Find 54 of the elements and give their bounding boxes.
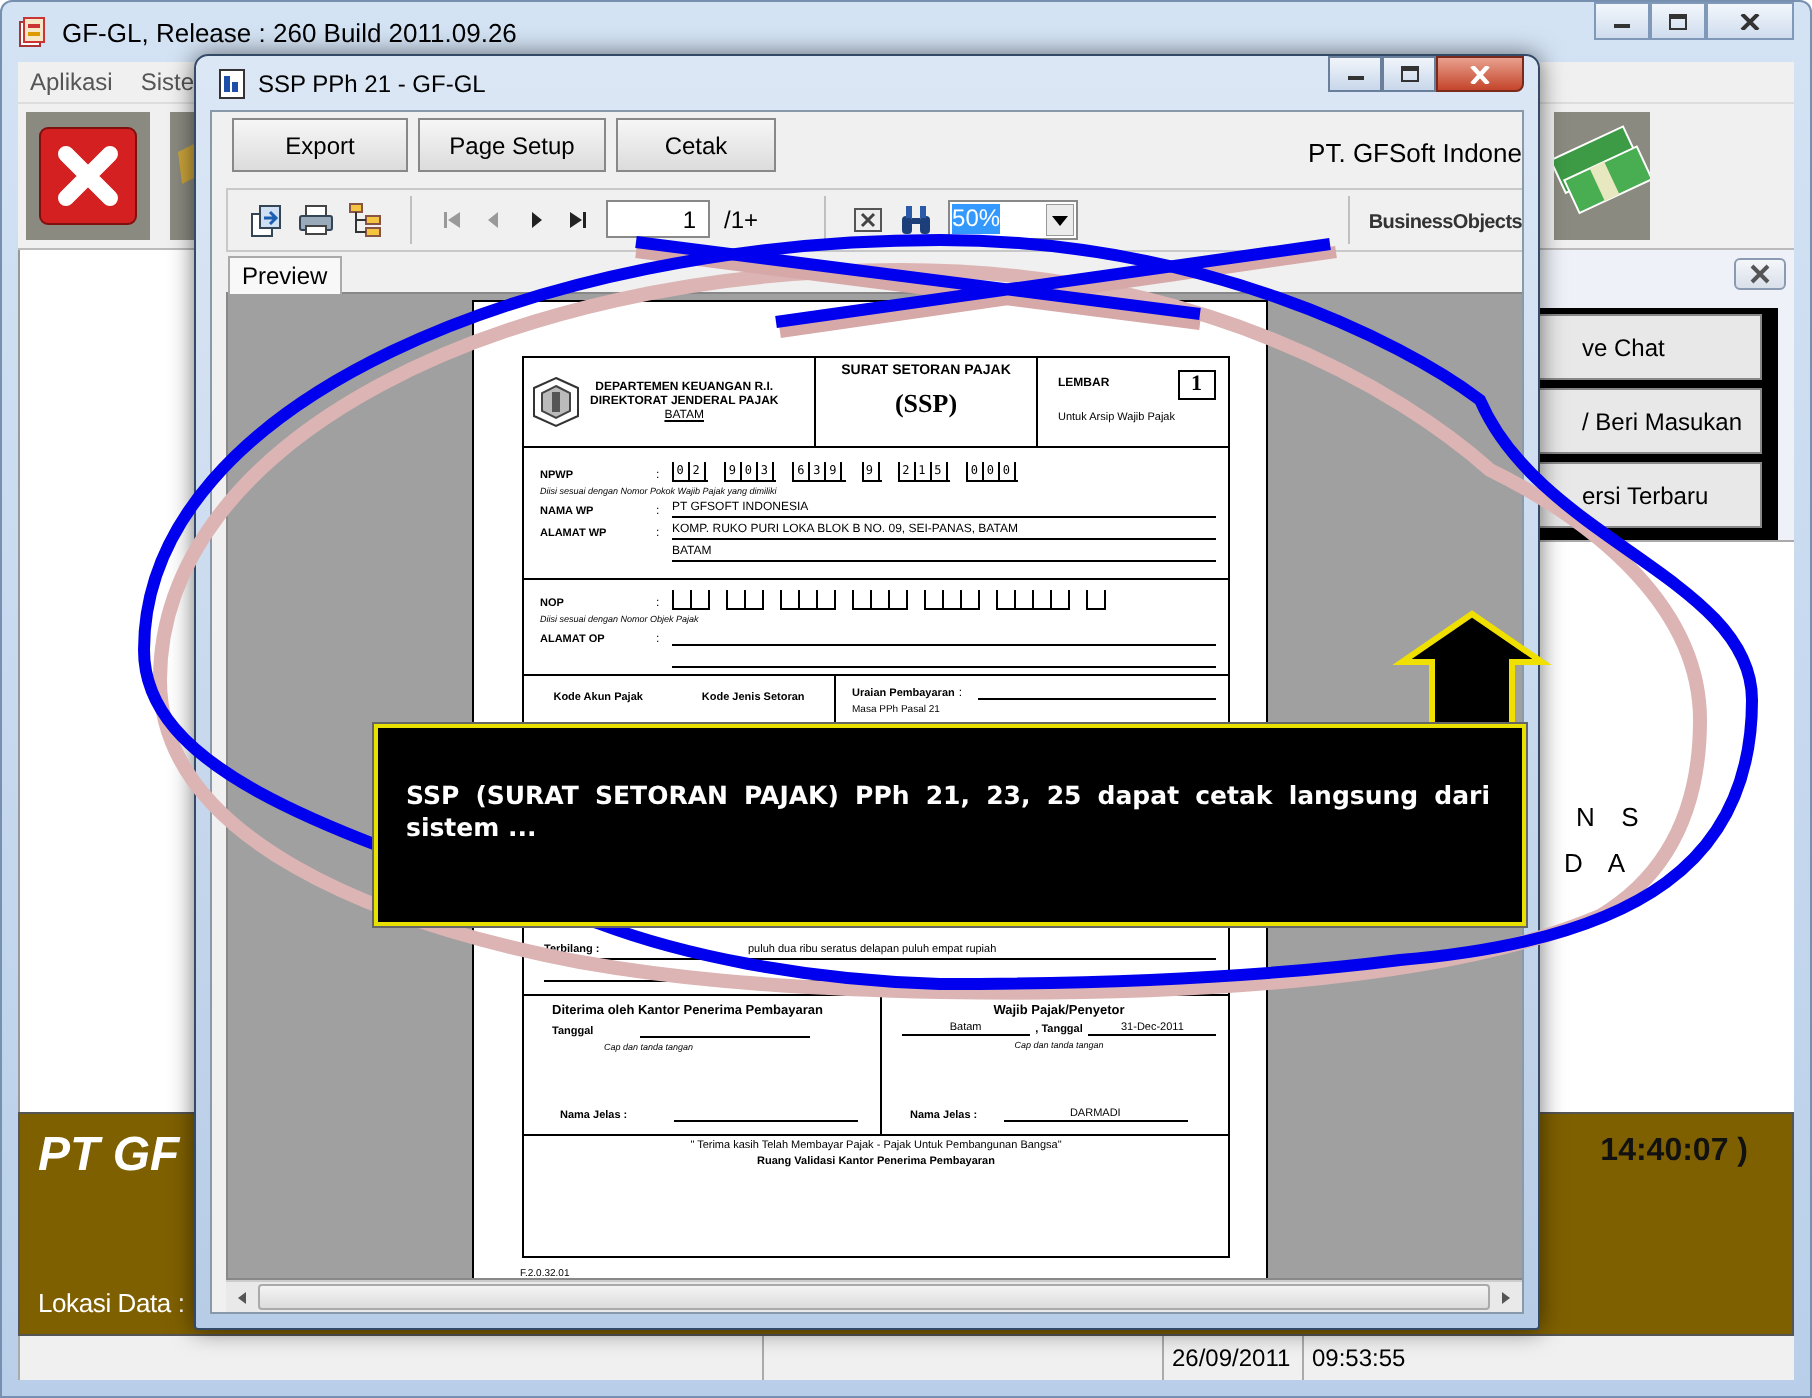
clock-text: 14:40:07 ) xyxy=(1600,1132,1750,1172)
status-text: 26/09/2011 xyxy=(1162,1336,1302,1380)
emblem-icon xyxy=(530,375,582,428)
action-button[interactable]: Cetak xyxy=(616,118,776,173)
close-icon[interactable] xyxy=(1748,263,1772,283)
export-icon[interactable] xyxy=(248,201,284,238)
maximize-button[interactable] xyxy=(1382,56,1436,92)
action-button[interactable]: Page Setup xyxy=(418,118,606,173)
horizontal-scrollbar[interactable] xyxy=(226,1280,1522,1313)
page-total: /1+ xyxy=(724,205,759,234)
status-text: 09:53:55 xyxy=(1302,1336,1794,1380)
report-icon xyxy=(218,67,246,99)
binoculars-icon[interactable] xyxy=(898,203,935,236)
scroll-left-icon[interactable] xyxy=(234,1289,250,1306)
nop-boxes xyxy=(672,589,710,610)
caret-icon xyxy=(1046,203,1075,236)
maximize-icon[interactable] xyxy=(1668,13,1688,29)
scroll-right-icon[interactable] xyxy=(1498,1289,1514,1306)
logo-text: BusinessObjects xyxy=(1368,210,1522,235)
location-label: Lokasi Data : xyxy=(38,1288,185,1318)
window-title: SSP PPh 21 - GF-GL xyxy=(258,69,486,97)
close-button[interactable] xyxy=(1734,257,1786,289)
sheet-number: 1 xyxy=(1177,369,1216,400)
maximize-icon[interactable] xyxy=(1399,66,1419,82)
text-fragment: N S xyxy=(1576,802,1645,832)
preview-tab[interactable]: Preview xyxy=(228,255,342,294)
window-title: GF-GL, Release : 260 Build 2011.09.26 xyxy=(62,17,517,47)
minimize-button[interactable] xyxy=(1594,2,1650,40)
tree-icon[interactable] xyxy=(348,201,384,238)
exit-icon[interactable] xyxy=(26,112,150,240)
close-button[interactable] xyxy=(1436,56,1524,92)
nop-boxes xyxy=(852,589,908,610)
nop-boxes xyxy=(996,589,1070,610)
minimize-button[interactable] xyxy=(1328,56,1382,92)
menu-item[interactable]: Aplikasi xyxy=(30,68,113,96)
close-button[interactable] xyxy=(1706,2,1794,40)
company-name: PT. GFSoft Indone xyxy=(1308,136,1522,169)
money-icon[interactable] xyxy=(1554,112,1650,240)
nop-boxes xyxy=(780,589,836,610)
nop-boxes xyxy=(924,589,980,610)
page-number-field[interactable]: 1 xyxy=(606,200,710,239)
text-fragment: D A xyxy=(1564,848,1632,878)
print-icon[interactable] xyxy=(298,201,334,238)
nop-boxes xyxy=(1086,589,1106,610)
menu-item[interactable]: Siste xyxy=(140,68,195,96)
app-icon xyxy=(18,16,50,48)
maximize-button[interactable] xyxy=(1650,2,1706,40)
stop-icon[interactable] xyxy=(852,203,885,236)
close-icon[interactable] xyxy=(1740,13,1760,29)
nop-boxes xyxy=(726,589,764,610)
action-button[interactable]: Export xyxy=(232,118,408,173)
company-name: PT GF xyxy=(38,1126,180,1184)
form-code: (SSP) xyxy=(894,387,958,420)
callout-text: SSP (SURAT SETORAN PAJAK) PPh 21, 23, 25 dapat cetak langsung dari sistem ... xyxy=(406,780,1490,844)
